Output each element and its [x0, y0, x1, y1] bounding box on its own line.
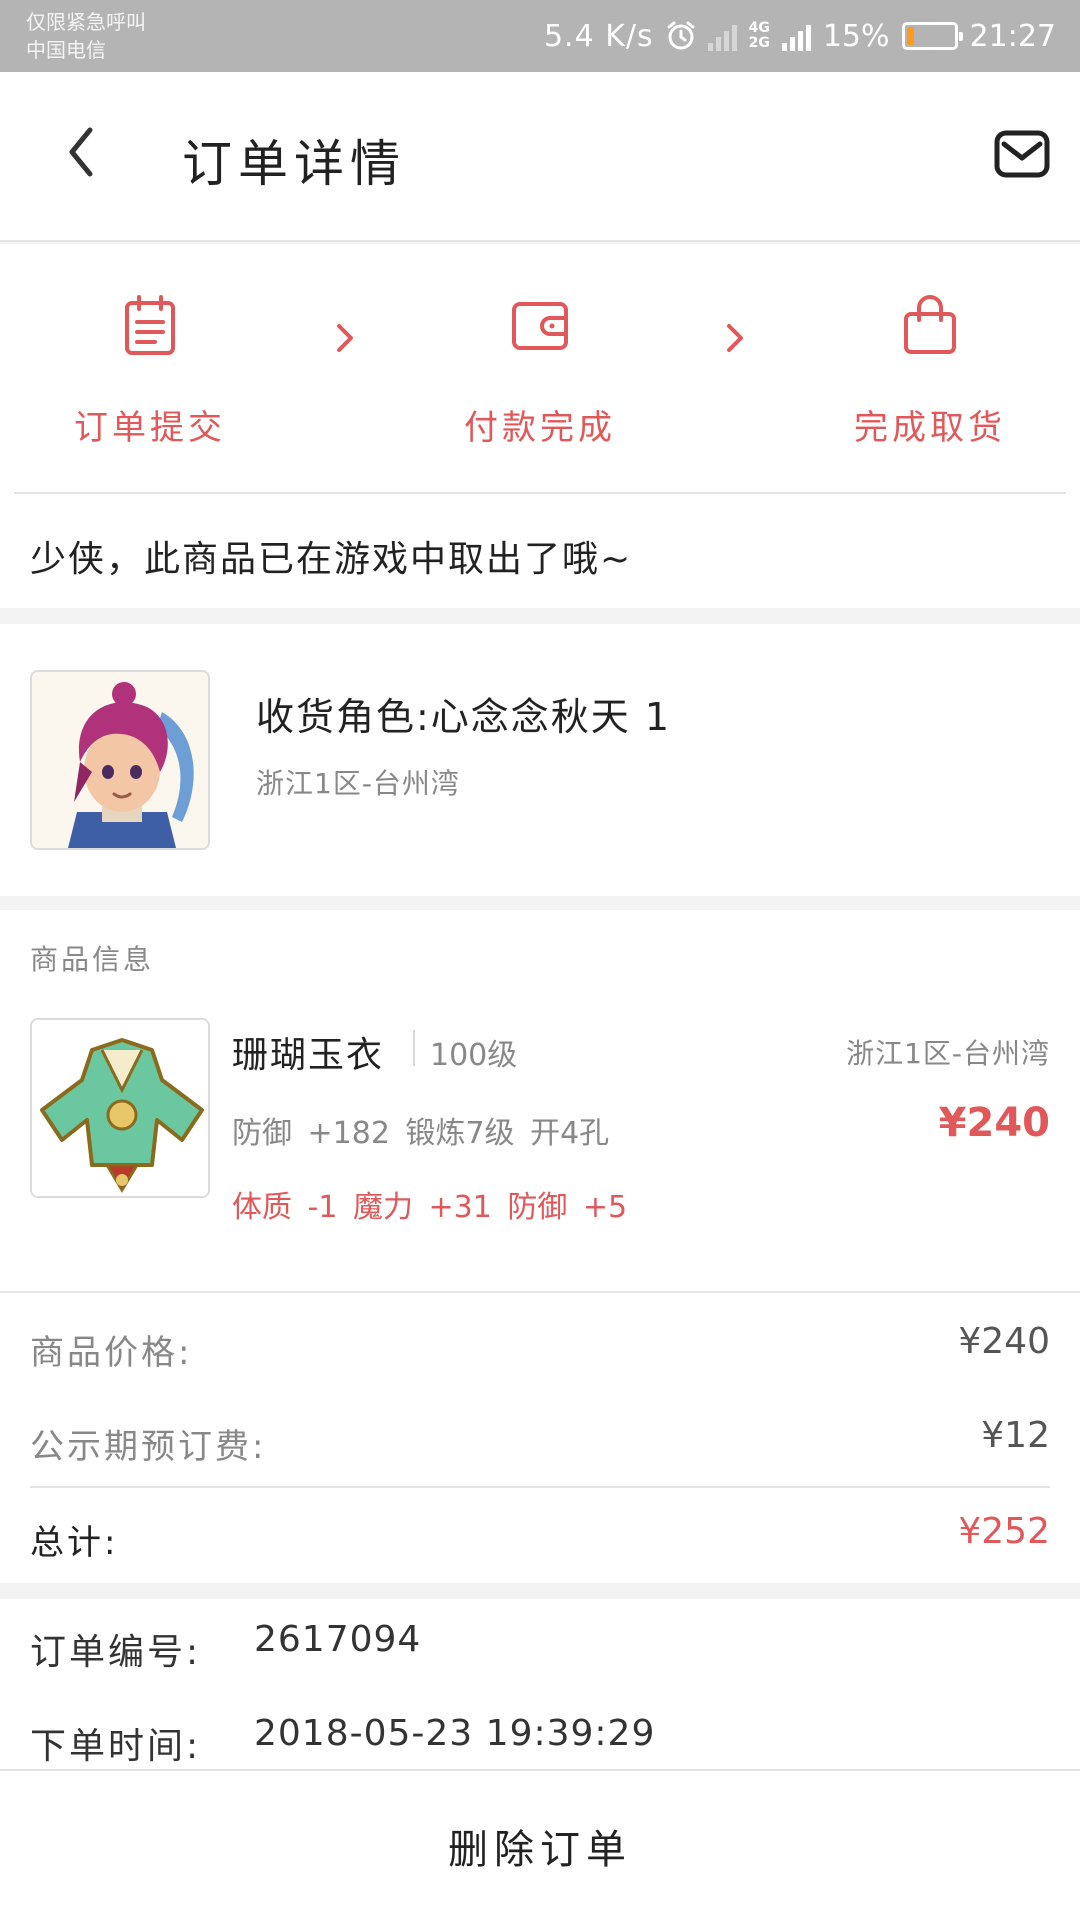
battery-icon — [901, 22, 963, 50]
order-detail-screen: 仅限紧急呼叫 中国电信 5.4 K/s 4G 2G 15% 21:27 订单详情… — [0, 0, 1080, 1920]
battery-percent: 15% — [822, 18, 890, 54]
price-value: ¥240 — [958, 1321, 1050, 1362]
recipient-name: 收货角色:心念念秋天 1 — [256, 695, 672, 739]
clipboard-icon — [125, 295, 175, 355]
chevron-right-icon — [727, 324, 743, 352]
step-payment-complete: 付款完成 — [420, 294, 660, 449]
character-portrait — [32, 672, 208, 848]
battery-level — [906, 27, 914, 45]
pickup-notice: 少侠，此商品已在游戏中取出了哦~ — [0, 494, 1080, 608]
emergency-calls-text: 仅限紧急呼叫 — [26, 10, 146, 34]
shopping-bag-icon — [904, 295, 956, 354]
section-title: 商品信息 — [30, 943, 155, 976]
clock: 21:27 — [969, 18, 1056, 54]
signal-icon — [781, 21, 811, 51]
divider — [30, 1486, 1050, 1488]
goods-level: 100级 — [430, 1038, 518, 1073]
order-time-value: 2018-05-23 19:39:29 — [254, 1713, 656, 1754]
step-label: 付款完成 — [464, 408, 616, 448]
app-header: 订单详情 — [0, 72, 1080, 242]
order-number-label: 订单编号: — [30, 1632, 202, 1673]
bottom-action-bar: 删除订单 — [0, 1769, 1080, 1920]
divider — [413, 1030, 415, 1066]
goods-bonus-attributes: 体质 -1 魔力 +31 防御 +5 — [232, 1190, 628, 1225]
chevron-right-icon — [337, 324, 353, 352]
step-label: 完成取货 — [854, 408, 1006, 448]
goods-price: ¥240 — [938, 1100, 1050, 1146]
page-title: 订单详情 — [182, 135, 406, 193]
no-sim-signal-icon — [707, 21, 737, 51]
goods-attributes: 防御 +182 锻炼7级 开4孔 — [232, 1116, 610, 1151]
total-value: ¥252 — [958, 1511, 1050, 1552]
goods-name: 珊瑚玉衣 — [232, 1035, 385, 1076]
step-order-submitted: 订单提交 — [30, 294, 270, 449]
order-progress: 订单提交 付款完成 完成取货 — [0, 244, 1080, 494]
notice-text: 少侠，此商品已在游戏中取出了哦~ — [30, 539, 633, 580]
carrier-info: 仅限紧急呼叫 中国电信 — [26, 8, 146, 64]
delete-order-button[interactable]: 删除订单 — [0, 1771, 1080, 1920]
price-summary: 商品价格: ¥240 公示期预订费: ¥12 总计: ¥252 — [0, 1293, 1080, 1583]
alarm-icon — [667, 21, 695, 50]
step-pickup-complete: 完成取货 — [810, 294, 1050, 449]
status-bar: 仅限紧急呼叫 中国电信 5.4 K/s 4G 2G 15% 21:27 — [0, 0, 1080, 72]
network-type: 4G 2G — [749, 21, 770, 51]
status-icons: 5.4 K/s 4G 2G 15% 21:27 — [544, 0, 1056, 72]
order-info: 订单编号: 2617094 下单时间: 2018-05-23 19:39:29 — [0, 1599, 1080, 1769]
price-label: 商品价格: — [30, 1333, 193, 1373]
network-type-4g: 4G — [748, 20, 770, 36]
order-time-label: 下单时间: — [30, 1726, 202, 1767]
net-speed: 5.4 K/s — [543, 18, 654, 54]
deposit-value: ¥12 — [981, 1415, 1050, 1456]
total-label: 总计: — [30, 1523, 119, 1563]
goods-info-section: 商品信息 珊瑚玉衣 100级 浙江1区-台州湾 防御 +182 锻炼7级 开4孔… — [0, 910, 1080, 1293]
recipient-card: 收货角色:心念念秋天 1 浙江1区-台州湾 — [0, 624, 1080, 896]
avatar — [30, 670, 210, 850]
goods-server: 浙江1区-台州湾 — [846, 1037, 1050, 1070]
order-number-value: 2617094 — [254, 1619, 422, 1660]
network-type-2g: 2G — [748, 35, 770, 51]
carrier-name: 中国电信 — [26, 38, 106, 62]
mail-icon[interactable] — [994, 130, 1050, 178]
recipient-server: 浙江1区-台州湾 — [256, 767, 460, 800]
goods-image — [30, 1018, 210, 1198]
wallet-icon — [512, 302, 568, 350]
deposit-label: 公示期预订费: — [30, 1427, 267, 1467]
step-label: 订单提交 — [74, 408, 226, 448]
back-chevron-icon[interactable] — [58, 122, 108, 182]
armor-item-icon — [32, 1020, 208, 1196]
